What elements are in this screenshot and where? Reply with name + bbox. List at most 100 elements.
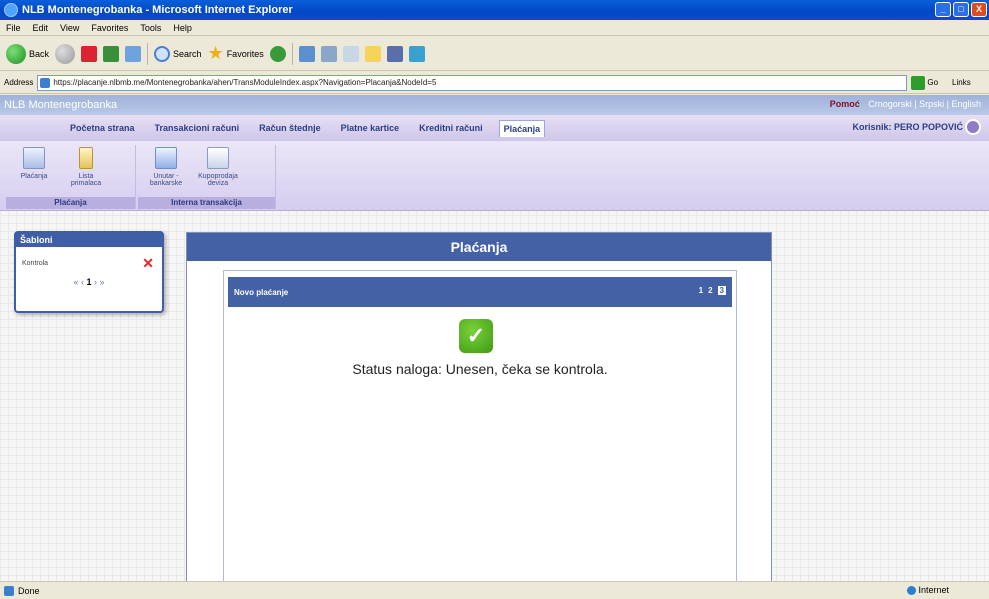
mail-icon[interactable] [298,45,315,62]
tab-transakcioni[interactable]: Transakcioni računi [151,120,244,136]
favorites-star-icon: ★ [207,43,224,63]
address-input[interactable]: https://placanje.nlbmb.me/Montenegrobank… [37,74,908,91]
forward-button[interactable] [55,41,76,67]
go-label: Go [927,78,939,87]
tab-krediti[interactable]: Kreditni računi [415,120,487,136]
ribbon-group-placanja: Plaćanja Lista primalaca Plaćanja [6,145,136,209]
user-label: Korisnik: PERO POPOVIĆ [852,122,963,132]
template-row: Kontrola ✕ [16,247,162,270]
pager-prev[interactable]: « ‹ [73,277,84,287]
toolbar-separator-2 [291,42,293,65]
window-title: NLB Montenegrobanka - Microsoft Internet… [22,4,293,16]
close-button[interactable]: X [971,2,987,17]
tab-pocetna[interactable]: Početna strana [66,120,139,136]
status-message: Status naloga: Unesen, čeka se kontrola. [352,361,608,377]
success-check-icon: ✓ [459,319,493,353]
template-name[interactable]: Kontrola [22,260,48,267]
refresh-icon[interactable] [103,45,120,62]
templates-title: Šabloni [16,233,162,247]
browser-toolbar: Back Search ★ Favorites [0,37,989,71]
pager-current: 1 [86,277,92,287]
menu-view[interactable]: View [58,23,81,33]
payment-subpanel: Novo plaćanje 1 2 3 ✓ Status naloga: Une… [223,270,737,581]
menu-edit[interactable]: Edit [31,23,51,33]
globe-icon [906,586,916,596]
subpanel-title: Novo plaćanje [234,287,289,297]
go-button[interactable]: Go [911,75,939,90]
ribbon: Plaćanja Lista primalaca Plaćanja Unutar… [0,141,989,211]
web-page: NLB Montenegrobanka Pomoć Crnogorski | S… [0,95,989,581]
transfer-icon [155,147,177,169]
tab-stednja[interactable]: Račun štednje [255,120,325,136]
help-link[interactable]: Pomoć [830,99,860,109]
folder-icon[interactable] [364,45,381,62]
ribbon-item-placanja[interactable]: Plaćanja [12,147,56,187]
templates-panel: Šabloni Kontrola ✕ « ‹ 1 › » [14,231,164,313]
page-done-icon [4,585,14,596]
research-icon[interactable] [408,45,425,62]
favorites-label: Favorites [226,48,264,59]
minimize-button[interactable]: _ [935,2,951,17]
window-controls: _ □ X [935,2,987,17]
header-links: Pomoć Crnogorski | Srpski | English [824,99,981,109]
address-label: Address [4,78,34,87]
messenger-icon[interactable] [386,45,403,62]
menu-tools[interactable]: Tools [138,23,163,33]
menu-favorites[interactable]: Favorites [89,23,130,33]
go-arrow-icon [911,75,926,90]
window-title-bar: NLB Montenegrobanka - Microsoft Internet… [0,0,989,20]
back-button[interactable]: Back [6,41,49,67]
book-icon [79,147,93,169]
back-label: Back [29,48,50,59]
tab-placanja[interactable]: Plaćanja [498,119,546,137]
status-bar: Done Internet [0,581,989,599]
search-icon [154,45,171,62]
payment-icon [23,147,45,169]
toolbar-separator [147,42,149,65]
page-icon [40,77,51,88]
ribbon-group-interna: Unutar - bankarske Kupoprodaja deviza In… [138,145,276,209]
stop-icon[interactable] [81,45,98,62]
ribbon-item-placanja-label: Plaćanja [20,173,48,180]
user-avatar-icon[interactable] [965,119,981,135]
home-icon[interactable] [125,45,142,62]
maximize-button[interactable]: □ [953,2,969,17]
search-label: Search [173,48,202,59]
ribbon-item-unutar-label: Unutar - bankarske [149,173,183,187]
step-1: 1 [698,286,704,295]
ribbon-item-kupoprodaja[interactable]: Kupoprodaja deviza [196,147,240,187]
back-arrow-icon [6,43,26,64]
site-logo: NLB Montenegrobanka [4,99,118,111]
main-nav: Početna strana Transakcioni računi Račun… [0,115,989,141]
forward-arrow-icon [55,43,76,64]
address-bar: Address https://placanje.nlbmb.me/Monten… [0,72,989,94]
site-header: NLB Montenegrobanka Pomoć Crnogorski | S… [0,95,989,115]
pager-next[interactable]: › » [94,277,105,287]
favorites-button[interactable]: ★ Favorites [208,41,264,67]
ribbon-group-label-interna: Interna transakcija [138,197,275,209]
print-icon[interactable] [320,45,337,62]
ribbon-item-lista-primalaca[interactable]: Lista primalaca [64,147,108,187]
templates-pager: « ‹ 1 › » [16,277,162,287]
menu-file[interactable]: File [4,23,23,33]
step-2: 2 [708,286,713,295]
tab-kartice[interactable]: Platne kartice [337,120,404,136]
status-done: Done [18,585,40,596]
menu-help[interactable]: Help [171,23,194,33]
address-url: https://placanje.nlbmb.me/Montenegrobank… [53,78,437,87]
media-icon[interactable] [269,45,286,62]
ribbon-item-kupoprodaja-label: Kupoprodaja deviza [198,173,238,187]
delete-icon[interactable]: ✕ [142,256,154,270]
step-indicator: 1 2 3 [699,286,726,295]
links-label[interactable]: Links [952,78,971,87]
step-3: 3 [717,286,726,295]
edit-icon[interactable] [342,45,359,62]
main-panel-title: Plaćanja [187,233,771,261]
ribbon-item-lista-label: Lista primalaca [70,173,102,187]
search-button[interactable]: Search [154,41,202,67]
ribbon-item-unutar-bankarske[interactable]: Unutar - bankarske [144,147,188,187]
language-links[interactable]: Crnogorski | Srpski | English [868,99,981,109]
ie-icon [4,3,18,17]
subpanel-header: Novo plaćanje 1 2 3 [228,277,732,307]
menu-bar: File Edit View Favorites Tools Help [0,20,989,36]
